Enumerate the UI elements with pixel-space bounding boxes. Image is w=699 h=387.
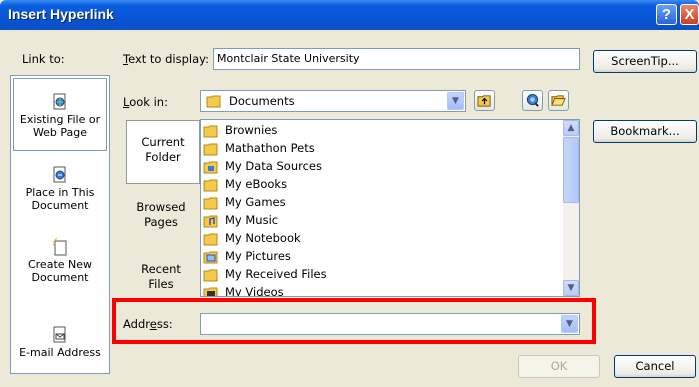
address-input[interactable]: ▼ — [200, 313, 580, 335]
nav-current-folder-line2: Folder — [145, 150, 181, 164]
dialog-client: Link to: Text to display: Montclair Stat… — [0, 30, 699, 387]
cancel-button[interactable]: Cancel — [614, 355, 696, 378]
text-to-display-label-rest: ext to display: — [128, 52, 209, 66]
nav-current-folder-line1: Current — [141, 135, 185, 149]
address-label-a: Addr — [123, 317, 150, 331]
new-document-icon — [52, 238, 67, 256]
open-folder-icon — [551, 95, 566, 106]
list-item[interactable]: My Games — [203, 193, 286, 211]
link-to-place-label-2: Document — [31, 199, 89, 212]
browse-web-button[interactable] — [522, 90, 543, 111]
text-to-display-label: Text to display: — [123, 52, 209, 66]
file-name: My Music — [225, 213, 279, 227]
close-icon: X — [684, 6, 695, 23]
look-in-label: Look in: — [123, 95, 168, 109]
nav-browsed-pages[interactable]: Browsed Pages — [124, 200, 198, 240]
link-to-create-new-label-1: Create New — [27, 258, 93, 271]
bookmark-button[interactable]: Bookmark... — [593, 120, 697, 143]
list-item[interactable]: My Music — [203, 211, 278, 229]
up-folder-icon — [477, 95, 491, 107]
file-name: My Received Files — [225, 267, 327, 281]
folder-icon — [203, 269, 218, 281]
file-name: Mathathon Pets — [225, 141, 315, 155]
address-label-b: ss: — [156, 317, 173, 331]
ok-label: OK — [550, 359, 568, 373]
list-item[interactable]: My Videos — [203, 283, 284, 297]
file-name: Brownies — [225, 123, 278, 137]
file-name: My Data Sources — [225, 159, 322, 173]
link-to-bar: Existing File or Web Page Place in This … — [10, 75, 110, 374]
close-button[interactable]: X — [680, 4, 699, 25]
file-name: My Games — [225, 195, 286, 209]
link-to-email[interactable]: E-mail Address — [11, 326, 109, 372]
ok-button[interactable]: OK — [518, 355, 600, 378]
list-item[interactable]: My eBooks — [203, 175, 287, 193]
address-dropdown-icon[interactable]: ▼ — [561, 315, 578, 333]
link-to-place-label-1: Place in This — [25, 186, 95, 199]
existing-file-icon — [53, 93, 66, 110]
bookmark-label: Bookmark... — [610, 124, 680, 138]
list-item[interactable]: My Pictures — [203, 247, 291, 265]
list-item[interactable]: My Data Sources — [203, 157, 322, 175]
link-to-email-label: E-mail Address — [19, 346, 101, 359]
help-button[interactable]: ? — [656, 4, 677, 25]
look-in-dropdown-icon[interactable]: ▼ — [447, 92, 464, 110]
file-name: My Pictures — [225, 249, 291, 263]
help-icon: ? — [661, 6, 672, 23]
nav-browsed-pages-line2: Pages — [144, 215, 178, 229]
link-to-create-new[interactable]: Create New Document — [11, 238, 109, 298]
file-list: Brownies Mathathon Pets My Data Sources … — [200, 119, 580, 297]
link-to-place-in-document[interactable]: Place in This Document — [11, 166, 109, 226]
look-in-select[interactable]: Documents ▼ — [200, 90, 466, 112]
look-in-value: Documents — [229, 94, 295, 108]
text-to-display-value: Montclair State University — [217, 52, 360, 65]
folder-icon — [203, 179, 218, 191]
list-item[interactable]: Brownies — [203, 121, 277, 139]
folder-icon — [203, 143, 218, 155]
link-to-existing-file[interactable]: Existing File or Web Page — [13, 78, 107, 151]
data-sources-folder-icon — [203, 161, 218, 173]
look-in-folder-icon — [206, 95, 221, 108]
nav-recent-files[interactable]: Recent Files — [124, 262, 198, 302]
text-to-display-input[interactable]: Montclair State University — [213, 48, 580, 70]
file-name: My Notebook — [225, 231, 301, 245]
file-list-scrollbar[interactable]: ▲ ▼ — [563, 120, 579, 296]
browse-nav-pane: Current Folder Browsed Pages Recent File… — [124, 116, 202, 294]
link-to-existing-file-label-1: Existing File or — [19, 113, 101, 126]
email-icon — [53, 326, 66, 343]
pictures-folder-icon — [203, 251, 218, 263]
scroll-down-icon[interactable]: ▼ — [563, 280, 579, 296]
look-in-label-rest: ook in: — [129, 95, 168, 109]
videos-folder-icon — [203, 287, 218, 296]
folder-icon — [203, 125, 218, 137]
nav-recent-files-line1: Recent — [141, 262, 181, 276]
nav-browsed-pages-line1: Browsed — [136, 200, 186, 214]
place-in-document-icon — [53, 166, 66, 183]
scroll-thumb[interactable] — [563, 137, 579, 203]
cancel-label: Cancel — [635, 359, 675, 373]
link-to-create-new-label-2: Document — [31, 271, 89, 284]
music-folder-icon — [203, 215, 218, 227]
browse-web-icon — [526, 93, 539, 107]
file-name: My Videos — [225, 285, 284, 297]
list-item[interactable]: My Received Files — [203, 265, 327, 283]
browse-file-button[interactable] — [548, 90, 569, 111]
screentip-label: ScreenTip... — [611, 54, 679, 68]
list-item[interactable]: Mathathon Pets — [203, 139, 315, 157]
address-label: Address: — [123, 317, 173, 331]
scroll-up-icon[interactable]: ▲ — [563, 120, 579, 136]
titlebar: Insert Hyperlink ? X — [0, 0, 699, 30]
nav-recent-files-line2: Files — [148, 277, 174, 291]
up-one-folder-button[interactable] — [474, 90, 495, 111]
link-to-existing-file-label-2: Web Page — [32, 126, 88, 139]
folder-icon — [203, 233, 218, 245]
file-name: My eBooks — [225, 177, 288, 191]
screentip-button[interactable]: ScreenTip... — [593, 50, 697, 73]
list-item[interactable]: My Notebook — [203, 229, 301, 247]
window-title: Insert Hyperlink — [8, 6, 114, 22]
nav-current-folder[interactable]: Current Folder — [126, 120, 200, 184]
folder-icon — [203, 197, 218, 209]
link-to-label: Link to: — [22, 52, 65, 66]
